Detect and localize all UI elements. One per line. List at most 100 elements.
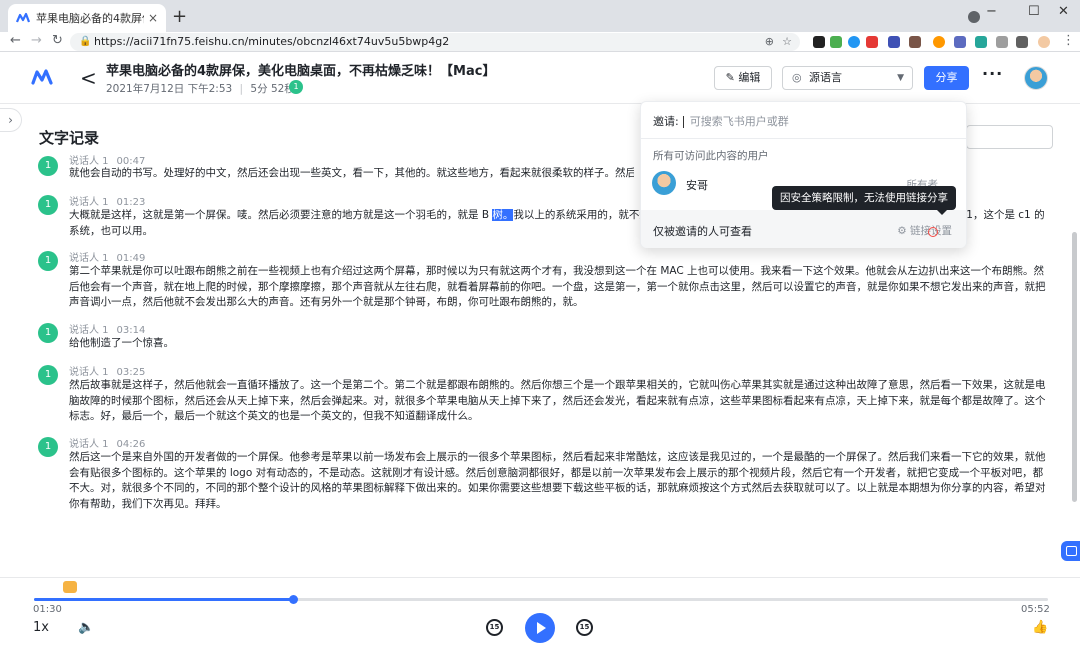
segment-time[interactable]: 04:26: [117, 439, 146, 450]
browser-tab-bar: 苹果电脑必备的4款屏保，美化电脑 × + − ☐ ✕: [0, 0, 1080, 32]
segment-text[interactable]: 然后故事就是这样子，然后他就会一直循环播放了。这一个是第二个。第二个就是都跟布朗…: [69, 378, 1053, 425]
access-heading: 所有可访问此内容的用户: [653, 150, 769, 162]
speaker-name[interactable]: 说话人 1: [69, 367, 109, 378]
segment-time[interactable]: 01:49: [117, 253, 146, 264]
segment-time[interactable]: 03:14: [117, 325, 146, 336]
restriction-tooltip: 因安全策略限制，无法使用链接分享: [772, 186, 956, 215]
permission-row: 仅被邀请的人可查看 ⚙ 链接设置: [641, 210, 966, 248]
speaker-name[interactable]: 说话人 1: [69, 197, 109, 208]
back-arrow-icon[interactable]: ←: [10, 33, 21, 48]
back-chevron-icon[interactable]: <: [80, 66, 97, 90]
tab-close-icon[interactable]: ×: [148, 11, 158, 25]
feishu-minutes-favicon: [16, 12, 30, 23]
segment-text[interactable]: 给他制造了一个惊喜。: [69, 336, 1053, 352]
divider: [641, 138, 966, 139]
speaker-avatar: 1: [38, 323, 58, 343]
playback-speed-button[interactable]: 1x: [33, 620, 49, 635]
volume-icon[interactable]: 🔈: [78, 620, 94, 635]
minimize-button[interactable]: −: [986, 4, 997, 19]
recording-date: 2021年7月12日 下午2:53: [106, 83, 233, 95]
rewind-15-icon[interactable]: 15: [486, 619, 503, 636]
invite-input[interactable]: 邀请: 可搜索飞书用户或群: [653, 113, 789, 129]
speaker-avatar: 1: [38, 251, 58, 271]
invite-label: 邀请:: [653, 115, 679, 128]
new-tab-button[interactable]: +: [172, 6, 187, 27]
playing-word-highlight: 树。: [492, 209, 514, 221]
lock-icon: 🔒: [79, 36, 92, 47]
audio-player: 01:30 05:52 1x 🔈 15 15 👍: [0, 577, 1080, 649]
minutes-header: < 苹果电脑必备的4款屏保，美化电脑桌面，不再枯燥乏味！【Mac】 2021年7…: [0, 52, 1080, 104]
feedback-icon[interactable]: [1061, 541, 1080, 561]
zoom-icon[interactable]: ⊕: [765, 33, 774, 51]
extension-icon[interactable]: [888, 36, 900, 48]
segment-time[interactable]: 01:23: [117, 197, 146, 208]
pencil-icon: ✎: [725, 71, 739, 84]
url-field[interactable]: 🔒 https://acii71fn75.feishu.cn/minutes/o…: [70, 33, 800, 51]
caret-down-icon: ▼: [897, 73, 904, 83]
page-title: 苹果电脑必备的4款屏保，美化电脑桌面，不再枯燥乏味！【Mac】: [106, 64, 496, 79]
segment-text[interactable]: 然后这一个是来自外国的开发者做的一个屏保。他参考是苹果以前一场发布会上展示的一很…: [69, 450, 1053, 512]
share-button[interactable]: 分享: [924, 66, 969, 90]
extension-icon[interactable]: [813, 36, 825, 48]
current-time: 01:30: [33, 604, 62, 615]
profile-avatar-icon[interactable]: [1038, 36, 1050, 48]
segment-text[interactable]: 第二个苹果就是你可以吐跟布朗熊之前在一些视频上也有介绍过这两个屏幕，那时候以为只…: [69, 264, 1053, 311]
language-select[interactable]: ◎ 源语言 ▼: [782, 66, 913, 90]
extension-badge-icon[interactable]: [975, 36, 987, 48]
invite-placeholder: 可搜索飞书用户或群: [689, 115, 789, 128]
segment-time[interactable]: 03:25: [117, 367, 146, 378]
forbidden-icon: [928, 227, 938, 237]
profile-menu-icon[interactable]: [968, 11, 980, 23]
participant-avatar[interactable]: 1: [289, 80, 303, 94]
segment-header: 说话人 1 00:47: [69, 152, 145, 167]
maximize-button[interactable]: ☐: [1028, 4, 1040, 19]
share-popover: 邀请: 可搜索飞书用户或群 所有可访问此内容的用户 安哥 所有者 仅被邀请的人可查…: [640, 101, 967, 248]
progress-knob[interactable]: [289, 595, 299, 604]
extension-icon[interactable]: [954, 36, 966, 48]
link-settings-button[interactable]: ⚙ 链接设置: [897, 223, 952, 238]
reload-icon[interactable]: ↻: [52, 33, 63, 48]
browser-tab[interactable]: 苹果电脑必备的4款屏保，美化电脑 ×: [8, 4, 166, 32]
permission-label: 仅被邀请的人可查看: [653, 225, 752, 238]
speaker-avatar: 1: [38, 156, 58, 176]
extension-badge-icon[interactable]: [866, 36, 878, 48]
thumbs-up-icon[interactable]: 👍: [1032, 620, 1048, 635]
speaker-name[interactable]: 说话人 1: [69, 439, 109, 450]
edit-label: 编辑: [738, 71, 761, 84]
extension-badge-icon[interactable]: [909, 36, 921, 48]
transcript-search-input[interactable]: [966, 125, 1053, 149]
play-button[interactable]: [525, 613, 555, 643]
tab-title: 苹果电脑必备的4款屏保，美化电脑: [36, 12, 144, 25]
user-avatar[interactable]: [1024, 66, 1048, 90]
extension-icon[interactable]: [848, 36, 860, 48]
scrollbar[interactable]: [1072, 232, 1077, 502]
reaction-marker-icon[interactable]: [63, 581, 77, 593]
total-time: 05:52: [1021, 604, 1050, 615]
puzzle-extensions-icon[interactable]: [996, 36, 1008, 48]
close-window-button[interactable]: ✕: [1058, 4, 1069, 19]
speaker-name[interactable]: 说话人 1: [69, 325, 109, 336]
speaker-avatar: 1: [38, 195, 58, 215]
expand-sidebar-chevron-icon[interactable]: ›: [0, 108, 22, 132]
extension-icon[interactable]: [933, 36, 945, 48]
chrome-menu-icon[interactable]: ⋮: [1062, 33, 1075, 48]
transcript-title: 文字记录: [39, 129, 100, 147]
segment-header: 说话人 1 03:14: [69, 321, 145, 336]
meta-line: 2021年7月12日 下午2:53 | 5分 52秒: [106, 83, 295, 95]
segment-text[interactable]: 就他会自动的书写。处理好的中文，然后还会出现一些英文，看一下，其他的。就这些地方…: [69, 166, 634, 182]
address-bar-row: ← → ↻ 🔒 https://acii71fn75.feishu.cn/min…: [0, 32, 1080, 52]
more-options-icon[interactable]: ···: [982, 64, 1003, 83]
segment-header: 说话人 1 03:25: [69, 363, 145, 378]
member-name: 安哥: [686, 179, 708, 192]
bookmark-star-icon[interactable]: ☆: [782, 33, 792, 51]
speaker-avatar: 1: [38, 365, 58, 385]
feishu-minutes-logo: [31, 69, 53, 85]
edit-button[interactable]: ✎ 编辑: [714, 66, 772, 90]
forward-arrow-icon[interactable]: →: [31, 33, 42, 48]
extension-icon[interactable]: [830, 36, 842, 48]
forward-15-icon[interactable]: 15: [576, 619, 593, 636]
speaker-name[interactable]: 说话人 1: [69, 253, 109, 264]
reading-list-icon[interactable]: [1016, 36, 1028, 48]
segment-header: 说话人 1 01:49: [69, 249, 145, 264]
progress-track[interactable]: [34, 595, 1048, 604]
